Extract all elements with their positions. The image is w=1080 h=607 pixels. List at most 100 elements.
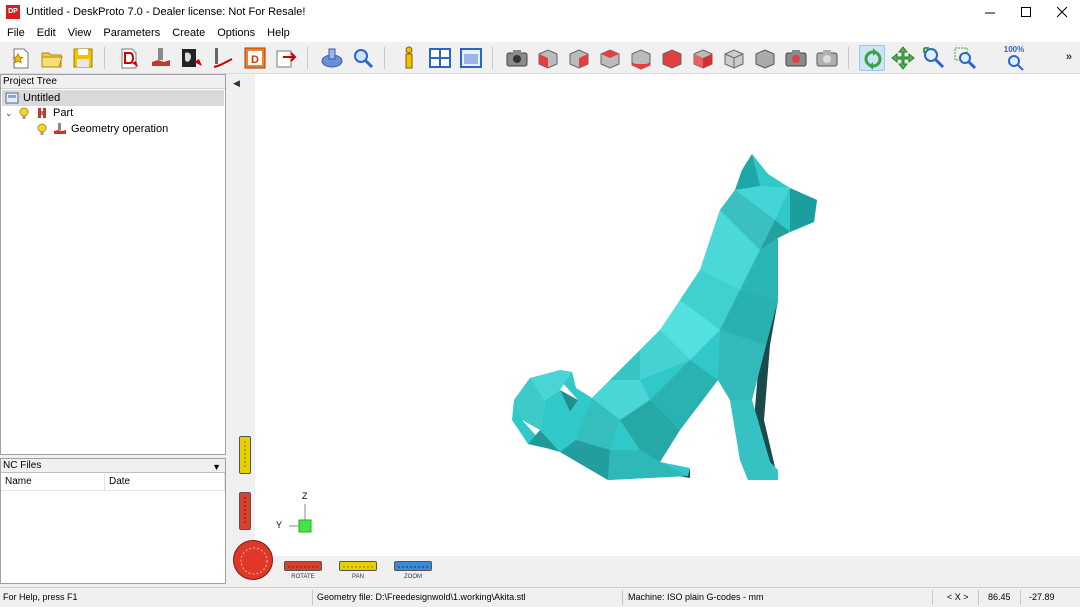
toolbar: D 100% »: [0, 42, 1080, 74]
gauge-ticks: [288, 566, 318, 568]
gauge-ticks: [244, 497, 246, 525]
project-tree-panel: Project Tree Untitled ⌄ Part Geometry op…: [0, 74, 226, 455]
zoom-horizontal-gauge[interactable]: [394, 561, 432, 571]
menu-bar: File Edit View Parameters Create Options…: [0, 24, 1080, 42]
zoom-in-icon[interactable]: [921, 45, 947, 71]
window-title: Untitled - DeskProto 7.0 - Dealer licens…: [26, 6, 306, 18]
chevron-down-icon[interactable]: ⌄: [5, 105, 17, 121]
layout-icon[interactable]: [427, 45, 453, 71]
open-icon[interactable]: [39, 45, 65, 71]
pan-horizontal-gauge[interactable]: [339, 561, 377, 571]
dropdown-arrow-icon[interactable]: ▼: [212, 460, 221, 474]
new-project-icon[interactable]: [8, 45, 34, 71]
rotate-horizontal-gauge[interactable]: [284, 561, 322, 571]
column-name[interactable]: Name: [1, 473, 105, 490]
lightbulb-icon[interactable]: [35, 122, 49, 136]
project-icon: [5, 92, 19, 104]
svg-text:D: D: [251, 54, 259, 66]
status-y-value: -27.89: [1029, 592, 1055, 602]
gauge-ticks: [398, 566, 428, 568]
window-controls: [972, 0, 1080, 24]
camera-icon[interactable]: [504, 45, 530, 71]
status-help: For Help, press F1: [3, 592, 78, 602]
info-icon[interactable]: [396, 45, 422, 71]
print-icon[interactable]: [814, 45, 840, 71]
project-tree-title: Project Tree: [1, 75, 225, 89]
bitmap-operation-icon[interactable]: [179, 45, 205, 71]
render-icon[interactable]: [783, 45, 809, 71]
3d-canvas[interactable]: Z Y: [255, 74, 1080, 556]
view-iso-icon[interactable]: [721, 45, 747, 71]
simulate-icon[interactable]: [319, 45, 345, 71]
tree-part-label: Part: [53, 107, 74, 119]
nc-files-panel: NC Files ▼ Name Date: [0, 458, 226, 584]
akita-model: [512, 154, 817, 480]
menu-edit[interactable]: Edit: [31, 27, 62, 39]
pan-icon[interactable]: [890, 45, 916, 71]
axis-triad: Z Y: [273, 491, 333, 544]
axis-z-label: Z: [302, 491, 308, 501]
menu-parameters[interactable]: Parameters: [97, 27, 166, 39]
rotate-wheel[interactable]: [233, 540, 273, 580]
view-top-icon[interactable]: [659, 45, 685, 71]
save-icon[interactable]: [70, 45, 96, 71]
tree-operation[interactable]: Geometry operation: [35, 121, 168, 137]
operation-icon: [54, 123, 66, 134]
tree-root[interactable]: Untitled: [2, 90, 224, 106]
part-icon: [38, 108, 46, 118]
menu-help[interactable]: Help: [261, 27, 296, 39]
lightbulb-icon[interactable]: [17, 106, 31, 120]
nc-files-columns: Name Date: [1, 473, 225, 491]
preview-icon[interactable]: [350, 45, 376, 71]
zoom-label: ZOOM: [404, 574, 422, 580]
view-left-icon[interactable]: [597, 45, 623, 71]
window-icon[interactable]: [458, 45, 484, 71]
menu-file[interactable]: File: [1, 27, 31, 39]
column-date[interactable]: Date: [105, 473, 225, 490]
drawing-icon[interactable]: D: [242, 45, 268, 71]
viewport-area: ◀ Z Y ROTATE PAN ZOOM: [229, 74, 1080, 585]
nc-files-title: NC Files: [3, 460, 42, 471]
status-machine: Machine: ISO plain G-codes - mm: [628, 592, 764, 602]
tree-operation-label: Geometry operation: [71, 123, 169, 135]
toolbar-overflow-icon[interactable]: »: [1066, 51, 1072, 63]
wheel-ticks: [240, 547, 268, 575]
status-bar: For Help, press F1 Geometry file: D:\Fre…: [0, 587, 1080, 607]
zoom-100-label: 100%: [1003, 45, 1025, 54]
minimize-icon[interactable]: [972, 0, 1008, 24]
tree-part[interactable]: ⌄ Part: [5, 105, 73, 121]
menu-create[interactable]: Create: [166, 27, 211, 39]
rotate-label: ROTATE: [291, 574, 315, 580]
pan-vertical-gauge[interactable]: [239, 436, 251, 474]
nc-files-header[interactable]: NC Files ▼: [1, 459, 225, 473]
axis-y-label: Y: [276, 520, 283, 530]
gauge-ticks: [244, 441, 246, 469]
view-right-icon[interactable]: [628, 45, 654, 71]
title-bar: DP Untitled - DeskProto 7.0 - Dealer lic…: [0, 0, 1080, 24]
pan-label: PAN: [352, 574, 364, 580]
tree-root-label: Untitled: [23, 92, 61, 104]
rotate-icon[interactable]: [859, 45, 885, 71]
view-bottom-icon[interactable]: [690, 45, 716, 71]
gauge-ticks: [343, 566, 373, 568]
view-front-icon[interactable]: [535, 45, 561, 71]
menu-options[interactable]: Options: [211, 27, 261, 39]
add-operation-icon[interactable]: [148, 45, 174, 71]
app-icon: DP: [6, 5, 20, 19]
export-icon[interactable]: [273, 45, 299, 71]
collapse-panel-icon[interactable]: ◀: [233, 78, 240, 89]
zoom-100-icon[interactable]: 100%: [1001, 45, 1027, 71]
axis-lines: [289, 504, 312, 533]
vector-operation-icon[interactable]: [210, 45, 236, 71]
view-3d-icon[interactable]: [752, 45, 778, 71]
import-geometry-icon[interactable]: [116, 45, 142, 71]
close-icon[interactable]: [1044, 0, 1080, 24]
maximize-icon[interactable]: [1008, 0, 1044, 24]
deskproto-window: DP Untitled - DeskProto 7.0 - Dealer lic…: [0, 0, 1080, 607]
status-x-value: 86.45: [988, 592, 1011, 602]
view-back-icon[interactable]: [566, 45, 592, 71]
zoom-window-icon[interactable]: [952, 45, 978, 71]
status-coord-label: < X >: [947, 592, 969, 602]
menu-view[interactable]: View: [62, 27, 98, 39]
rotate-vertical-gauge[interactable]: [239, 492, 251, 530]
